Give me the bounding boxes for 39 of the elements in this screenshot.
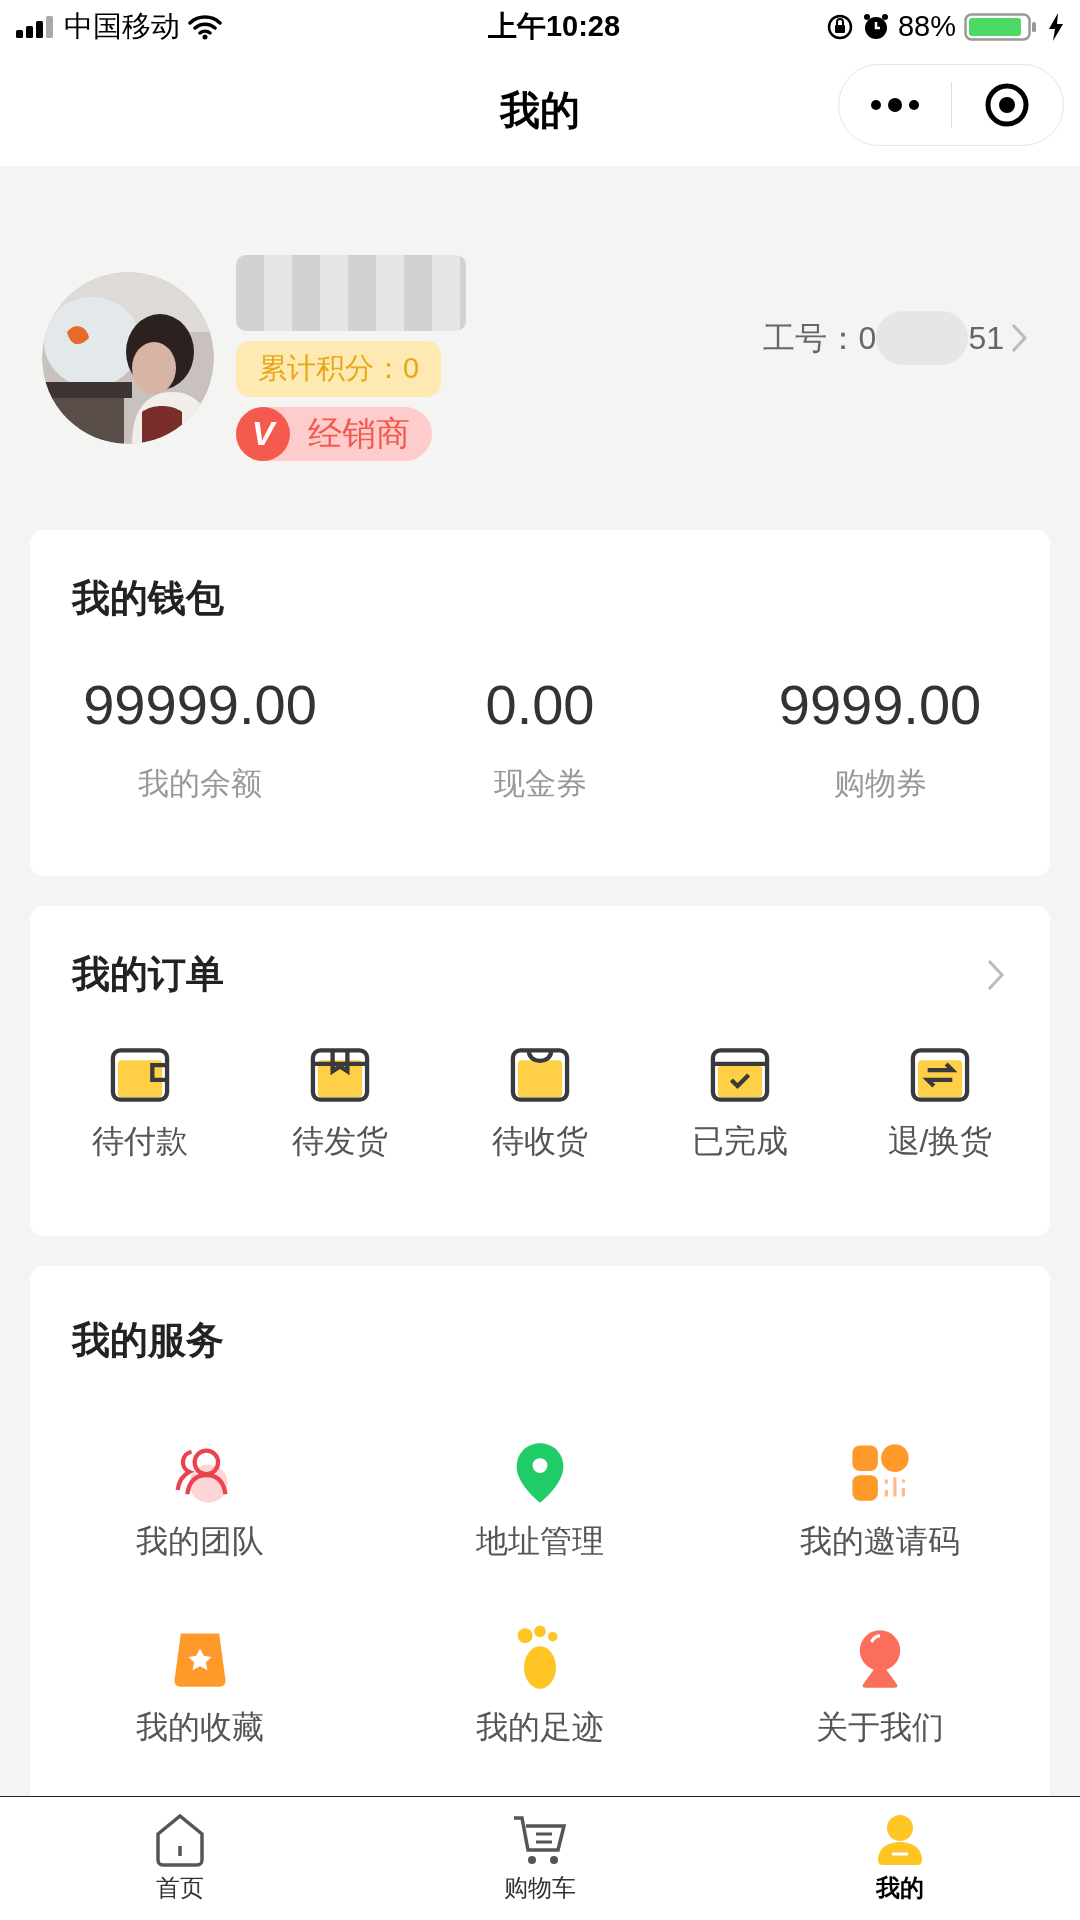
carrier-name: 中国移动 (64, 9, 180, 45)
wallet-amount: 9999.00 (778, 672, 982, 738)
wallet-label: 现金券 (493, 765, 587, 803)
order-status-item[interactable]: 已完成 (640, 1043, 840, 1165)
wifi-icon (188, 14, 222, 40)
service-item[interactable]: 我的收藏 (30, 1625, 370, 1751)
points-badge: 累计积分：0 (236, 341, 442, 397)
service-item[interactable]: 地址管理 (370, 1439, 710, 1565)
order-status-item[interactable]: 退/换货 (840, 1043, 1040, 1165)
employee-id-tail: 51 (968, 319, 1004, 358)
service-item[interactable]: 关于我们 (710, 1625, 1050, 1751)
rotation-lock-icon (825, 13, 854, 41)
wallet-amount: 0.00 (485, 672, 595, 738)
target-icon (984, 82, 1031, 128)
wallet-label: 我的余额 (138, 765, 262, 803)
order-status-item[interactable]: 待发货 (240, 1043, 440, 1165)
wallet-amount: 99999.00 (83, 672, 317, 738)
service-item[interactable]: 我的邀请码 (710, 1439, 1050, 1565)
status-time: 上午10:28 (487, 9, 621, 45)
employee-id-label: 工号：0 (762, 319, 877, 358)
alarm-icon (861, 13, 890, 41)
page-title: 我的 (500, 87, 580, 134)
order-status-item[interactable]: 待收货 (440, 1043, 640, 1165)
services-title: 我的服务 (70, 1318, 225, 1363)
signal-icon (16, 15, 56, 39)
wallet-label: 购物券 (833, 765, 927, 803)
service-item[interactable]: 我的足迹 (370, 1625, 710, 1751)
battery-percent: 88% (897, 9, 956, 45)
role-icon: V (236, 406, 290, 461)
service-item[interactable]: 我的团队 (30, 1439, 370, 1565)
tab-item[interactable]: 首页 (0, 1797, 360, 1920)
tab-item[interactable]: 我的 (720, 1797, 1080, 1920)
charging-icon (1048, 13, 1064, 41)
role-label: 经销商 (308, 413, 410, 455)
tab-item[interactable]: 购物车 (360, 1797, 720, 1920)
more-icon (868, 97, 921, 113)
wallet-title: 我的钱包 (72, 576, 225, 621)
order-status-item[interactable]: 待付款 (40, 1043, 240, 1165)
orders-title: 我的订单 (72, 952, 224, 997)
